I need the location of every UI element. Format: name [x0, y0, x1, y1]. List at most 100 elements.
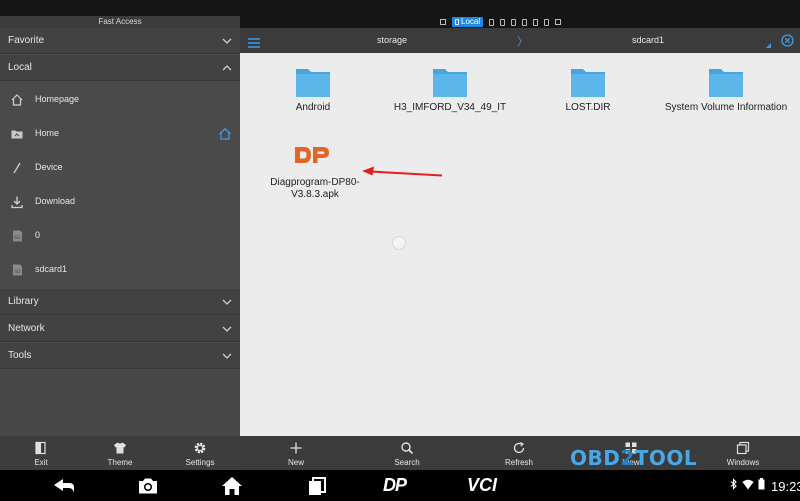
file-name: H3_IMFORD_V34_49_IT — [393, 102, 507, 113]
sd-card-icon: SD — [10, 229, 24, 243]
exit-button[interactable]: Exit — [11, 436, 71, 470]
recent-apps-icon[interactable] — [306, 476, 328, 496]
system-status: 19:23 — [730, 477, 800, 495]
dropdown-corner-icon[interactable] — [766, 43, 771, 48]
window-icon[interactable] — [489, 18, 495, 26]
sidebar-item-label: 0 — [35, 230, 41, 240]
watermark-part: 2 — [620, 446, 635, 470]
file-name: LOST.DIR — [565, 102, 611, 113]
sidebar-favorite[interactable]: Favorite — [0, 28, 240, 54]
new-label: New — [287, 458, 304, 467]
breadcrumb-sdcard1[interactable]: sdcard1 — [632, 35, 664, 45]
fast-access-label[interactable]: Fast Access — [0, 16, 240, 28]
sidebar-tools[interactable]: Tools — [0, 343, 240, 369]
folder-lost-dir[interactable]: LOST.DIR — [528, 63, 648, 133]
folder-icon — [708, 63, 744, 99]
battery-icon — [758, 477, 765, 495]
chevron-down-icon — [222, 297, 232, 307]
red-arrow-annotation — [358, 165, 444, 179]
settings-button[interactable]: Settings — [170, 436, 230, 470]
sidebar-local-label: Local — [8, 62, 32, 73]
file-name-line: Diagprogram-DP80- — [270, 177, 360, 188]
shirt-icon — [113, 441, 127, 455]
sidebar-item-label: Homepage — [35, 94, 80, 104]
theme-label: Theme — [107, 458, 133, 467]
back-icon[interactable] — [52, 476, 76, 496]
sidebar-item-0[interactable]: SD 0 — [0, 219, 240, 253]
sidebar-item-download[interactable]: Download — [0, 185, 240, 219]
theme-button[interactable]: Theme — [90, 436, 150, 470]
new-button[interactable]: New — [266, 436, 326, 470]
sidebar-item-home[interactable]: Home — [0, 117, 240, 151]
window-icon[interactable] — [544, 18, 550, 26]
sidebar-library-label: Library — [8, 296, 39, 307]
main-toolbar: New Search Refresh View Windows — [240, 436, 800, 470]
breadcrumb-separator: 〉 — [517, 36, 528, 48]
svg-text:SD: SD — [14, 235, 21, 241]
search-icon — [400, 441, 414, 455]
sidebar-lower: Library Network Tools — [0, 289, 240, 436]
refresh-icon — [512, 441, 526, 455]
bluetooth-icon — [730, 477, 738, 495]
sidebar-item-label: Home — [35, 128, 60, 138]
device-slash-icon — [10, 161, 24, 175]
window-icon[interactable] — [522, 18, 528, 26]
sidebar-tools-label: Tools — [8, 350, 32, 361]
camera-icon[interactable] — [137, 476, 159, 496]
sidebar-network-label: Network — [8, 323, 45, 334]
folder-h3-imford[interactable]: H3_IMFORD_V34_49_IT — [390, 63, 510, 133]
phone-icon — [455, 19, 459, 25]
dp-app-button[interactable]: DP — [383, 475, 407, 496]
folder-android[interactable]: Android — [253, 63, 373, 133]
search-button[interactable]: Search — [377, 436, 437, 470]
folder-home-icon — [10, 127, 24, 141]
sidebar-item-sdcard1[interactable]: SD sdcard1 — [0, 253, 240, 287]
dp-logo-icon — [292, 143, 332, 167]
sidebar-library[interactable]: Library — [0, 289, 240, 315]
breadcrumb-storage[interactable]: storage — [377, 35, 407, 45]
window-icon[interactable] — [533, 18, 539, 26]
close-icon[interactable] — [781, 34, 794, 47]
obd2tool-watermark: OBD2TOOL — [570, 446, 697, 470]
windows-stack-icon — [736, 441, 750, 455]
file-name: Diagprogram-DP80- V3.8.3.apk — [260, 177, 370, 201]
home-icon[interactable] — [221, 476, 243, 496]
sidebar-toolbar: Exit Theme Settings — [0, 436, 240, 470]
chevron-up-icon — [222, 63, 232, 73]
default-home-icon[interactable] — [218, 127, 232, 141]
chevron-down-icon — [222, 36, 232, 46]
folder-system-volume-information[interactable]: System Volume Information — [658, 63, 794, 133]
sidebar-item-label: Device — [35, 162, 63, 172]
windows-button[interactable]: Windows — [713, 436, 773, 470]
window-switcher: Local — [440, 16, 562, 28]
sidebar-item-label: Download — [35, 196, 76, 206]
refresh-label: Refresh — [504, 458, 533, 467]
menu-icon[interactable] — [248, 35, 260, 48]
vci-app-button[interactable]: VCI — [467, 475, 497, 496]
sidebar: Favorite Local Homepage Home Device Down… — [0, 28, 240, 436]
chevron-down-icon — [222, 324, 232, 334]
window-icon[interactable] — [511, 18, 517, 26]
navigation-bar: DP VCI 19:23 — [0, 470, 800, 501]
sidebar-item-label: sdcard1 — [35, 264, 68, 274]
window-group-icon[interactable] — [555, 19, 562, 25]
download-icon — [10, 195, 24, 209]
chevron-down-icon — [222, 351, 232, 361]
sidebar-local[interactable]: Local — [0, 55, 240, 81]
sidebar-item-device[interactable]: Device — [0, 151, 240, 185]
loading-spinner — [392, 236, 406, 250]
file-name: System Volume Information — [664, 102, 788, 113]
gear-icon — [193, 441, 207, 455]
watermark-part: TOOL — [634, 446, 698, 470]
refresh-button[interactable]: Refresh — [489, 436, 549, 470]
file-name-line: V3.8.3.apk — [291, 189, 339, 200]
sidebar-item-homepage[interactable]: Homepage — [0, 83, 240, 117]
exit-label: Exit — [34, 458, 48, 467]
recent-icon[interactable] — [440, 19, 446, 25]
sidebar-network[interactable]: Network — [0, 316, 240, 342]
file-grid: Android H3_IMFORD_V34_49_IT LOST.DIR Sys… — [240, 53, 800, 436]
window-icon[interactable] — [500, 18, 506, 26]
windows-label: Windows — [726, 458, 760, 467]
home-outline-icon — [10, 93, 24, 107]
tab-local[interactable]: Local — [452, 17, 484, 27]
